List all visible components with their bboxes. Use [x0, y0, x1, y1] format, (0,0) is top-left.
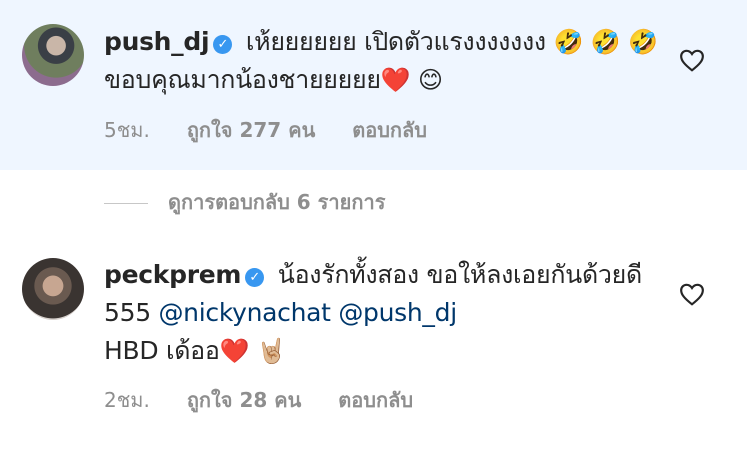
rofl-emoji: 🤣 — [627, 28, 658, 56]
comment-meta: 2ชม. ถูกใจ 28 คน ตอบกลับ — [104, 384, 443, 416]
mention-link[interactable]: @push_dj — [338, 298, 457, 327]
avatar[interactable] — [22, 24, 84, 86]
likes-count[interactable]: ถูกใจ 28 คน — [187, 388, 302, 412]
verified-badge-icon: ✓ — [213, 35, 233, 54]
like-heart-icon[interactable] — [679, 282, 705, 306]
view-replies-label[interactable]: ดูการตอบกลับ 6 รายการ — [168, 190, 385, 214]
like-heart-icon[interactable] — [679, 48, 705, 72]
rofl-emoji: 🤣 — [553, 28, 584, 56]
comment-peckprem: peckprem ✓ น้องรักทั้งสอง ขอให้ลงเอยกันด้… — [0, 240, 747, 460]
comment-body-2: ขอบคุณมากน้องชายยยยย — [104, 65, 381, 94]
comment-body-2: HBD เด้ออ — [104, 336, 220, 365]
smile-emoji: 😊 — [417, 66, 443, 94]
mention-link[interactable]: @nickynachat — [158, 298, 331, 327]
comment-push-dj: push_dj ✓ เห้ยยยยยย เปิดตัวแรงงงงงงง 🤣 🤣 … — [0, 0, 747, 170]
reply-button[interactable]: ตอบกลับ — [352, 118, 427, 142]
heart-emoji: ❤️ — [219, 337, 250, 365]
comment-body-1: เห้ยยยยยย เปิดตัวแรงงงงงงง — [245, 27, 546, 56]
verified-badge-icon: ✓ — [245, 268, 265, 287]
username[interactable]: peckprem — [104, 260, 241, 289]
heart-emoji: ❤️ — [380, 66, 411, 94]
view-replies-button[interactable]: ดูการตอบกลับ 6 รายการ — [104, 186, 385, 218]
timestamp[interactable]: 5ชม. — [104, 118, 150, 142]
likes-count[interactable]: ถูกใจ 277 คน — [187, 118, 315, 142]
rock-hand-emoji: 🤘🏼 — [256, 337, 287, 365]
comment-text: peckprem ✓ น้องรักทั้งสอง ขอให้ลงเอยกันด้… — [104, 256, 664, 370]
timestamp[interactable]: 2ชม. — [104, 388, 150, 412]
rofl-emoji: 🤣 — [590, 28, 621, 56]
username[interactable]: push_dj — [104, 27, 210, 56]
divider-line — [104, 203, 148, 204]
comment-meta: 5ชม. ถูกใจ 277 คน ตอบกลับ — [104, 114, 457, 146]
reply-button[interactable]: ตอบกลับ — [338, 388, 413, 412]
avatar[interactable] — [22, 258, 84, 320]
comment-text: push_dj ✓ เห้ยยยยยย เปิดตัวแรงงงงงงง 🤣 🤣 … — [104, 23, 664, 99]
